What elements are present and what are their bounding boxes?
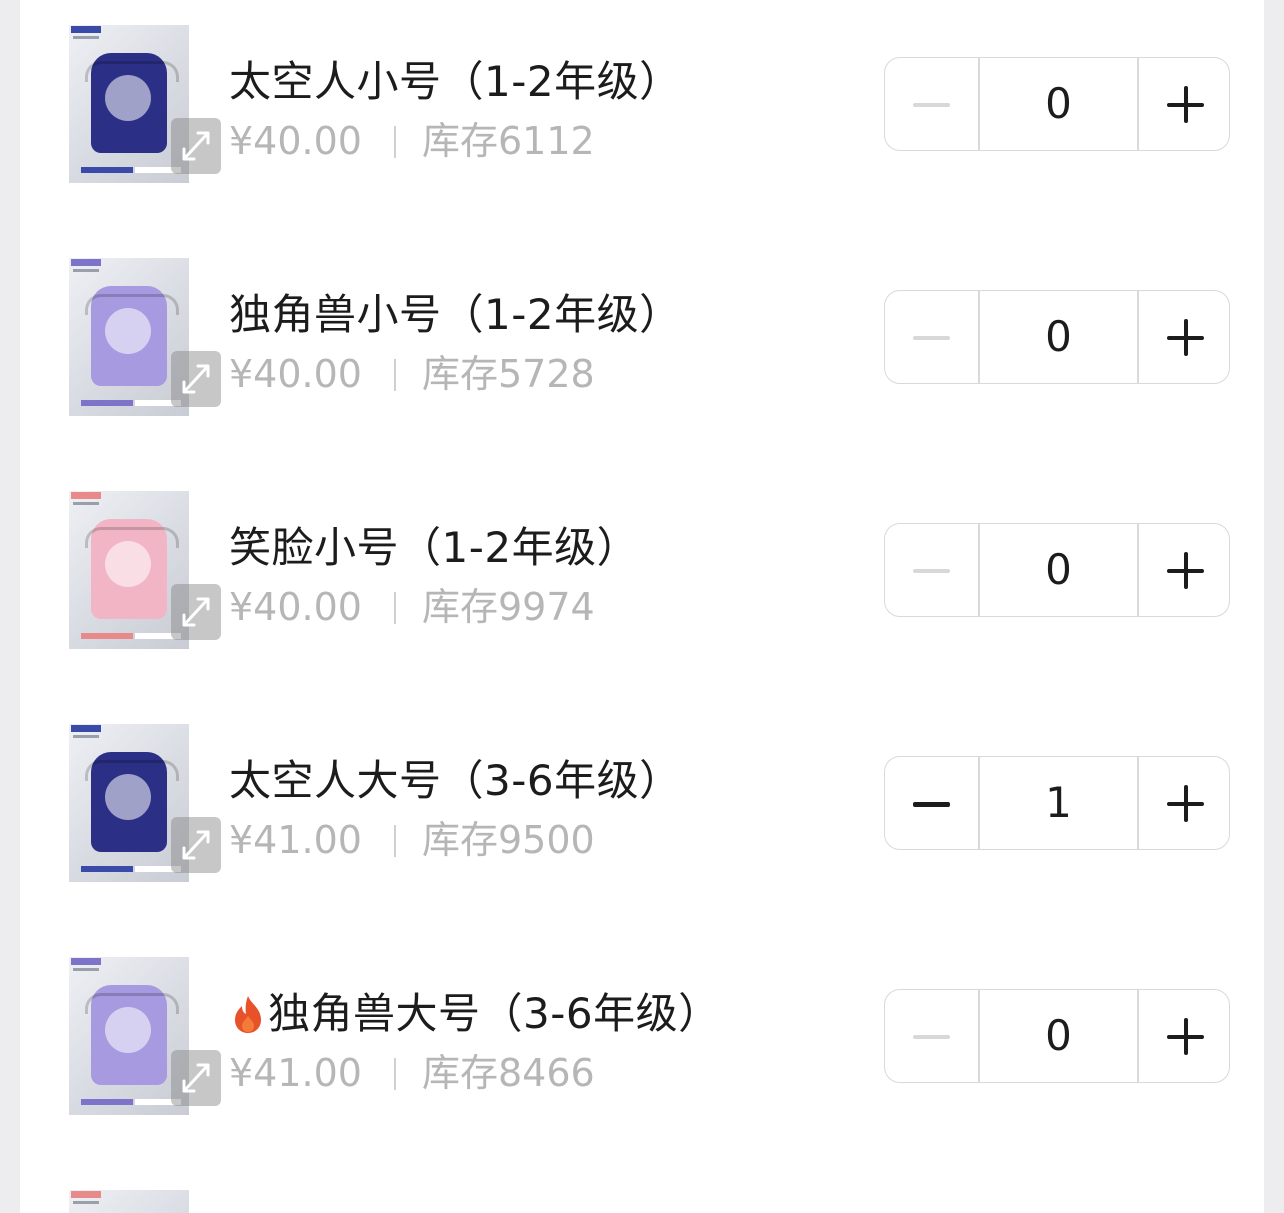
- expand-icon[interactable]: [171, 118, 221, 174]
- quantity-value[interactable]: 0: [980, 990, 1137, 1082]
- backpack-image: [85, 985, 179, 1085]
- quantity-stepper: 0: [884, 57, 1230, 151]
- sku-price: ¥41.00: [229, 1051, 362, 1095]
- sku-price: ¥40.00: [229, 585, 362, 629]
- quantity-stepper: 0: [884, 989, 1230, 1083]
- expand-icon[interactable]: [171, 584, 221, 640]
- thumb-tag: [71, 26, 101, 33]
- sku-meta: ¥40.00 库存9974: [229, 576, 595, 631]
- sku-stock: 库存6112: [421, 119, 595, 163]
- product-thumbnail-partial[interactable]: [69, 1190, 189, 1213]
- expand-icon[interactable]: [171, 1050, 221, 1106]
- sku-item: 太空人大号（3-6年级） ¥41.00 库存9500 1: [20, 699, 1264, 889]
- expand-icon[interactable]: [171, 817, 221, 873]
- increase-button[interactable]: [1139, 990, 1231, 1082]
- quantity-value[interactable]: 0: [980, 58, 1137, 150]
- decrease-button[interactable]: [885, 990, 978, 1082]
- minus-icon: [913, 569, 950, 573]
- thumb-tag: [71, 958, 101, 965]
- sku-meta: ¥41.00 库存9500: [229, 809, 595, 864]
- sku-item: 太空人小号（1-2年级） ¥40.00 库存6112 0: [20, 0, 1264, 190]
- quantity-value[interactable]: 1: [980, 757, 1137, 849]
- sku-meta: ¥40.00 库存5728: [229, 343, 595, 398]
- decrease-button[interactable]: [885, 58, 978, 150]
- quantity-stepper: 1: [884, 756, 1230, 850]
- sku-meta: ¥41.00 库存8466: [229, 1042, 595, 1097]
- sku-name: 独角兽大号（3-6年级）: [229, 980, 721, 1041]
- backpack-image: [85, 519, 179, 619]
- sku-stock: 库存9500: [421, 818, 595, 862]
- increase-button[interactable]: [1139, 58, 1231, 150]
- minus-icon: [913, 1035, 950, 1039]
- thumb-tag: [71, 492, 101, 499]
- sku-stock: 库存8466: [421, 1051, 595, 1095]
- thumb-tag: [71, 725, 101, 732]
- sku-list: 太空人小号（1-2年级） ¥40.00 库存6112 0 独角兽小号（1-2年级）…: [20, 0, 1264, 1213]
- sku-stock: 库存9974: [421, 585, 595, 629]
- sku-price: ¥41.00: [229, 818, 362, 862]
- backpack-image: [85, 286, 179, 386]
- thumb-tag: [71, 259, 101, 266]
- increase-button[interactable]: [1139, 757, 1231, 849]
- quantity-stepper: 0: [884, 290, 1230, 384]
- increase-button[interactable]: [1139, 291, 1231, 383]
- minus-icon: [913, 103, 950, 107]
- sku-item: 独角兽大号（3-6年级） ¥41.00 库存8466 0: [20, 932, 1264, 1122]
- decrease-button[interactable]: [885, 291, 978, 383]
- sku-price: ¥40.00: [229, 119, 362, 163]
- quantity-value[interactable]: 0: [980, 291, 1137, 383]
- quantity-value[interactable]: 0: [980, 524, 1137, 616]
- sku-name: 太空人小号（1-2年级）: [229, 57, 682, 106]
- sku-name: 太空人大号（3-6年级）: [229, 756, 682, 805]
- expand-icon[interactable]: [171, 351, 221, 407]
- sku-meta: ¥40.00 库存6112: [229, 110, 595, 165]
- minus-icon: [913, 802, 950, 807]
- quantity-stepper: 0: [884, 523, 1230, 617]
- increase-button[interactable]: [1139, 524, 1231, 616]
- backpack-image: [85, 53, 179, 153]
- sku-item: 笑脸小号（1-2年级） ¥40.00 库存9974 0: [20, 466, 1264, 656]
- sku-name: 独角兽小号（1-2年级）: [229, 290, 682, 339]
- sku-price: ¥40.00: [229, 352, 362, 396]
- decrease-button[interactable]: [885, 524, 978, 616]
- sku-item: 独角兽小号（1-2年级） ¥40.00 库存5728 0: [20, 233, 1264, 423]
- sku-stock: 库存5728: [421, 352, 595, 396]
- minus-icon: [913, 336, 950, 340]
- fire-icon: [235, 996, 261, 1033]
- backpack-image: [85, 752, 179, 852]
- decrease-button[interactable]: [885, 757, 978, 849]
- sku-name: 笑脸小号（1-2年级）: [229, 523, 640, 572]
